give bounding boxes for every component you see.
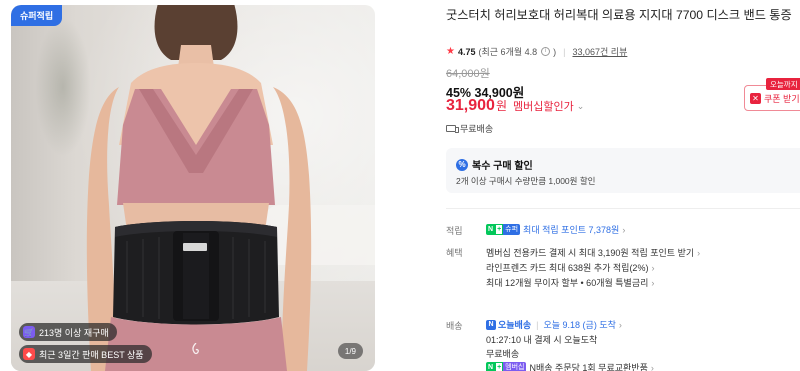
multi-buy-discount-box: % 복수 구매 할인 2개 이상 구매시 수량만큼 1,000원 할인: [446, 148, 800, 193]
max-points-text: 최대 적립 포인트 7,378원: [523, 225, 620, 235]
benefits-label: 혜택: [446, 248, 463, 258]
best-seller-chip: ◆ 최근 3일간 판매 BEST 상품: [19, 345, 152, 363]
points-label: 적립: [446, 226, 463, 236]
delivery-label: 배송: [446, 321, 463, 331]
benefit-item-line-friends[interactable]: 라인프렌즈 카드 최대 638원 추가 적립(2%) ›: [486, 261, 654, 274]
best-seller-text: 최근 3일간 판매 BEST 상품: [39, 349, 144, 360]
exchange-text: N배송 주문당 1회 무료교환반품: [529, 363, 648, 371]
gift-icon: ◆: [23, 348, 35, 360]
percent-icon: %: [456, 158, 468, 171]
member-price-row[interactable]: 31,900 원 멤버십할인가 ⌄: [446, 97, 584, 115]
free-shipping-row: 무료배송: [446, 122, 493, 135]
super-points-badge: 슈퍼적립: [11, 5, 63, 26]
chevron-down-icon[interactable]: ⌄: [577, 101, 585, 112]
coupon-icon: ✕: [750, 92, 761, 104]
arrival-date: 오늘 9.18 (금) 도착: [543, 320, 616, 330]
image-pager: 1/9: [337, 343, 363, 359]
coupon-label: 쿠폰 받기: [764, 93, 800, 104]
brand-watermark-icon: [192, 343, 199, 355]
benefit-item-card-points[interactable]: 멤버십 전용카드 결제 시 최대 3,190원 적립 포인트 받기 ›: [486, 246, 700, 259]
star-icon: ★: [446, 46, 455, 57]
separator: |: [563, 46, 566, 57]
chevron-right-icon[interactable]: ›: [697, 248, 700, 258]
repurchase-text: 213명 이상 재구매: [39, 327, 109, 338]
points-row[interactable]: N + 슈퍼 최대 적립 포인트 7,378원 ›: [486, 223, 625, 236]
naver-plus-super-badge: N + 슈퍼: [486, 224, 521, 235]
naver-plus-member-badge: N + 멤버십: [486, 362, 527, 371]
multi-buy-title: 복수 구매 할인: [472, 161, 533, 172]
rating-score: 4.75: [457, 46, 476, 57]
truck-icon: [446, 125, 459, 133]
divider: [446, 208, 800, 209]
delivery-row[interactable]: N 오늘배송 | 오늘 9.18 (금) 도착 ›: [486, 318, 622, 331]
today-only-tag: 오늘까지: [766, 78, 800, 90]
delivery-cutoff: 01:27:10 내 결제 시 오늘도착: [486, 335, 598, 345]
product-info-panel: 굿스터치 허리보호대 허리복대 의료용 지지대 7700 디스크 밴드 통증 ★…: [446, 0, 800, 371]
benefit-item-installment[interactable]: 최대 12개월 무이자 할부 • 60개월 특별금리 ›: [486, 276, 654, 289]
repurchase-chip: 🛒 213명 이상 재구매: [19, 323, 117, 341]
product-image-gallery[interactable]: 슈퍼적립 🛒 213명 이상 재구매 ◆ 최근 3일간 판매 BEST 상품 1…: [11, 5, 375, 371]
reviews-link[interactable]: 33,067건 리뷰: [572, 45, 627, 58]
product-photo: [86, 5, 312, 371]
rating-detail-end: ): [553, 46, 557, 57]
chevron-right-icon[interactable]: ›: [651, 363, 654, 371]
today-delivery-icon: N: [486, 319, 496, 330]
product-title: 굿스터치 허리보호대 허리복대 의료용 지지대 7700 디스크 밴드 통증: [446, 8, 792, 22]
chevron-right-icon[interactable]: ›: [622, 225, 625, 235]
today-delivery-badge: N 오늘배송: [486, 318, 531, 331]
delivery-fee: 무료배송: [486, 349, 520, 359]
chevron-right-icon[interactable]: ›: [651, 278, 654, 288]
member-price: 31,900: [446, 97, 495, 114]
info-icon[interactable]: i: [541, 47, 551, 56]
multi-buy-heading: % 복수 구매 할인: [456, 157, 533, 172]
cart-icon: 🛒: [23, 326, 35, 338]
member-price-label: 멤버십할인가: [512, 101, 574, 113]
free-shipping-text: 무료배송: [460, 124, 494, 134]
chevron-right-icon[interactable]: ›: [651, 263, 654, 273]
rating-detail: (최근 6개월 4.8: [478, 47, 538, 57]
original-price: 64,000원: [446, 68, 490, 80]
multi-buy-desc: 2개 이상 구매시 수량만큼 1,000원 할인: [456, 176, 596, 186]
exchange-row[interactable]: N + 멤버십 N배송 주문당 1회 무료교환반품 ›: [486, 361, 654, 371]
member-price-unit: 원: [495, 99, 507, 113]
chevron-right-icon[interactable]: ›: [619, 320, 622, 330]
rating-row: ★ 4.75 (최근 6개월 4.8 i) | 33,067건 리뷰: [446, 45, 627, 58]
